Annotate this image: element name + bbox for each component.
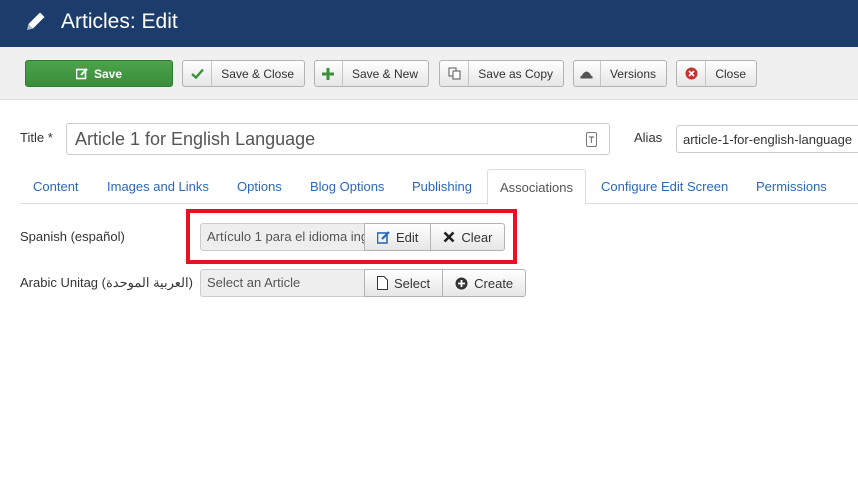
file-icon [377,276,388,290]
tab-bar: Content Images and Links Options Blog Op… [20,169,858,205]
close-icon [677,61,707,86]
document-icon [586,132,597,147]
create-association-button[interactable]: Create [443,269,527,297]
save-close-label: Save & Close [221,66,294,81]
save-copy-label: Save as Copy [478,66,553,81]
tab-configure-edit-screen[interactable]: Configure Edit Screen [601,169,728,204]
save-new-label: Save & New [351,66,418,81]
page-header: Articles: Edit [0,0,858,47]
association-value-arabic: Select an Article [200,269,364,297]
versions-button[interactable]: Versions [573,60,667,87]
save-new-button[interactable]: Save & New [314,60,429,87]
association-field-arabic: Select an Article Select Create [200,269,527,297]
save-button[interactable]: Save [25,60,173,87]
tab-images-links[interactable]: Images and Links [107,169,209,204]
select-label: Select [394,275,431,291]
save-close-button[interactable]: Save & Close [182,60,305,87]
create-label: Create [474,275,514,291]
tab-content[interactable]: Content [33,169,79,204]
highlight-box [186,209,517,264]
plus-icon [315,61,343,86]
tab-publishing[interactable]: Publishing [412,169,472,204]
tab-associations[interactable]: Associations [487,169,586,205]
save-label: Save [93,66,123,81]
tab-permissions[interactable]: Permissions [756,169,827,204]
alias-label: Alias [634,130,663,145]
title-input[interactable]: Article 1 for English Language [66,123,610,155]
close-button[interactable]: Close [676,60,757,87]
check-icon [183,61,213,86]
tab-blog-options[interactable]: Blog Options [310,169,384,204]
title-label: Title * [20,130,53,145]
select-association-button[interactable]: Select [364,269,444,297]
title-value: Article 1 for English Language [75,129,316,149]
plus-circle-icon [455,277,468,289]
toolbar: Save Save & Close Save & New Save as Cop… [0,47,858,100]
pencil-icon [27,12,45,30]
association-label-arabic: Arabic Unitag (العربية الموحدة) [20,275,193,290]
association-label-spanish: Spanish (español) [20,229,125,244]
versions-label: Versions [609,66,656,81]
close-label: Close [715,66,746,81]
copy-icon [440,61,470,86]
save-copy-button[interactable]: Save as Copy [439,60,564,87]
page-title: Articles: Edit [61,10,178,33]
archive-icon [574,61,601,86]
tab-options[interactable]: Options [237,169,282,204]
edit-icon [75,67,88,79]
alias-input[interactable]: article-1-for-english-language [676,125,858,153]
